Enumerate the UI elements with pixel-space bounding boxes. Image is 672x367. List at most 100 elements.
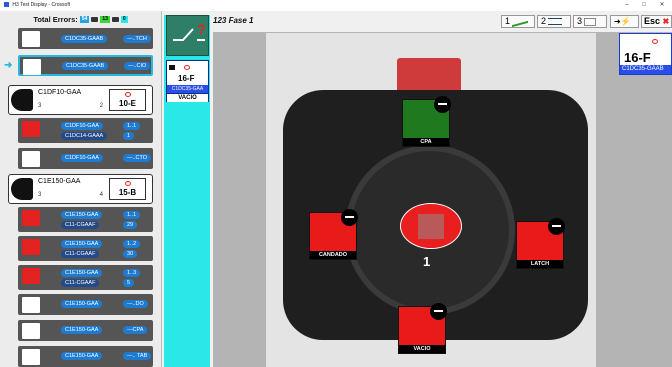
circuit-pill: C1DF10-GAA xyxy=(61,122,103,130)
test-row[interactable]: C1DF10-GAA —..CTO xyxy=(18,148,153,169)
result-pill: —..CTO xyxy=(123,154,152,162)
cable-count: 3 xyxy=(38,103,42,109)
cable-label: 10-E xyxy=(119,99,136,108)
app-icon xyxy=(4,2,9,8)
mid-card[interactable]: 16-F C1DC35-GAA VACIO xyxy=(166,60,209,102)
cable-card[interactable]: C1DF10-GAA 3 2 10-E xyxy=(8,85,153,115)
circuit-pill: C1E150-GAA xyxy=(61,269,103,277)
terminal-icon xyxy=(434,96,451,113)
escape-button[interactable]: Esc ✖ xyxy=(641,15,672,28)
result-pill-2: 30 xyxy=(123,250,138,258)
cable-code: C1DF10-GAA xyxy=(38,89,82,96)
test-row[interactable]: C1E150-GAA —..DO xyxy=(18,294,153,315)
question-icon xyxy=(22,121,40,137)
center-number: 1 xyxy=(423,254,431,269)
result-pill: —CPA xyxy=(123,326,148,334)
cable-pins: 4 xyxy=(99,192,103,198)
selected-arrow-icon: ➜ xyxy=(4,60,13,71)
right-panel xyxy=(619,32,672,367)
view-button-2[interactable]: 2 xyxy=(537,15,571,28)
right-card-number: 16-F xyxy=(624,50,651,65)
cable-code: C1E150-GAA xyxy=(38,178,81,185)
switch-icon xyxy=(22,323,40,339)
test-row[interactable]: C1DC35-GAAB —..TCH xyxy=(18,28,153,49)
right-card[interactable]: 16-F C1DC35-GAAB xyxy=(619,33,672,75)
test-row[interactable]: C1E150-GAA —.. TAB xyxy=(18,346,153,367)
view-button-3[interactable]: 3 xyxy=(573,15,607,28)
cable-pins: 2 xyxy=(99,103,103,109)
phase-title: 123 Fase 1 xyxy=(213,16,254,25)
result-pill: 1..2 xyxy=(123,240,141,248)
result-pill: 1..3 xyxy=(123,269,141,277)
center-terminal xyxy=(418,214,444,239)
cavity-label: VACIO xyxy=(399,345,445,353)
probe-icon: ➜⚡ xyxy=(614,17,631,26)
result-pill-2: 1 xyxy=(123,132,135,140)
terminal-icon xyxy=(341,209,358,226)
test-list-panel: Total Errors: 54 13 0 C1DC35-GAAB —..TCH… xyxy=(0,11,162,367)
circuit-pill: C1E150-GAA xyxy=(61,326,103,334)
close-window-button[interactable]: ✕ xyxy=(657,0,667,11)
test-row[interactable]: C1E150-GAA C11-CGAAF 1..2 30 xyxy=(18,236,153,261)
circuit-pill-2: C1DC14-GAAA xyxy=(61,132,108,140)
result-pill: —..DO xyxy=(123,300,148,308)
circuit-pill: C1DC35-GAAB xyxy=(62,62,109,70)
error-count-green: 13 xyxy=(100,16,110,23)
test-row[interactable]: C1E150-GAA —CPA xyxy=(18,320,153,341)
switch-icon xyxy=(22,349,40,365)
question-icon xyxy=(22,268,40,284)
cavity-vacio[interactable]: VACIO xyxy=(398,303,447,354)
test-row[interactable]: C1DF10-GAA C1DC14-GAAA 1..1 1 xyxy=(18,118,153,143)
wire-icon xyxy=(512,16,529,27)
circuit-pill: C1E150-GAA xyxy=(61,240,103,248)
switch-icon xyxy=(23,59,41,75)
circuit-pill: C1E150-GAA xyxy=(61,300,103,308)
question-icon xyxy=(22,239,40,255)
plug-icon xyxy=(91,17,99,22)
cable-count: 3 xyxy=(38,192,42,198)
grid-icon xyxy=(584,17,597,26)
cable-label-box: 15-B xyxy=(109,178,146,200)
result-pill: 1..1 xyxy=(123,122,141,130)
circuit-pill: C1E150-GAA xyxy=(61,352,103,360)
test-row[interactable]: C1E150-GAA C11-CGAAF 1..1 29 xyxy=(18,207,153,232)
view-button-2-label: 2 xyxy=(541,16,547,26)
circuit-pill: C1DF10-GAA xyxy=(61,154,103,162)
switch-icon xyxy=(22,297,40,313)
fuse-icon xyxy=(125,181,131,186)
terminal-icon xyxy=(430,303,447,320)
view-button-1[interactable]: 1 xyxy=(501,15,535,28)
cavity-candado[interactable]: CANDADO xyxy=(309,209,358,260)
minimize-button[interactable]: – xyxy=(622,0,632,11)
mid-card-code: C1DC35-GAA xyxy=(167,85,208,93)
cable-label-box: 10-E xyxy=(109,89,146,111)
cavity-label: CPA xyxy=(403,138,449,146)
svg-text:?: ? xyxy=(197,21,206,37)
circuit-pill-2: C11-CGAAF xyxy=(61,250,100,258)
test-row[interactable]: C1E150-GAA C11-CGAAF 1..3 5 xyxy=(18,265,153,290)
plug-icon xyxy=(11,89,33,111)
circuit-pill: C1DC35-GAAB xyxy=(61,35,108,43)
plug-icon xyxy=(169,65,175,70)
probe-button[interactable]: ➜⚡ xyxy=(610,15,639,28)
terminal-icon xyxy=(111,17,119,22)
result-pill-2: 29 xyxy=(123,221,138,229)
maximize-button[interactable]: □ xyxy=(639,0,649,11)
result-pill: —..TCH xyxy=(123,35,151,43)
cavity-label: CANDADO xyxy=(310,251,356,259)
center-cavity[interactable] xyxy=(400,203,462,249)
cavity-latch[interactable]: LATCH xyxy=(516,218,565,269)
test-row-selected[interactable]: C1DC35-GAAB —..CIO xyxy=(18,55,153,76)
switch-icon xyxy=(22,31,40,47)
circuit-pill-2: C11-CGAAF xyxy=(61,279,100,287)
cavity-label: LATCH xyxy=(517,260,563,268)
cavity-cpa[interactable]: CPA xyxy=(402,96,451,147)
switch-question-icon[interactable]: ? xyxy=(166,15,209,56)
fuse-icon xyxy=(184,65,190,70)
cable-card[interactable]: C1E150-GAA 3 4 15-B xyxy=(8,174,153,204)
result-pill: —..CIO xyxy=(124,62,151,70)
error-count-blue: 54 xyxy=(79,16,90,23)
question-icon xyxy=(22,210,40,226)
escape-label: Esc xyxy=(644,16,661,26)
error-summary: Total Errors: 54 13 0 xyxy=(0,11,161,28)
